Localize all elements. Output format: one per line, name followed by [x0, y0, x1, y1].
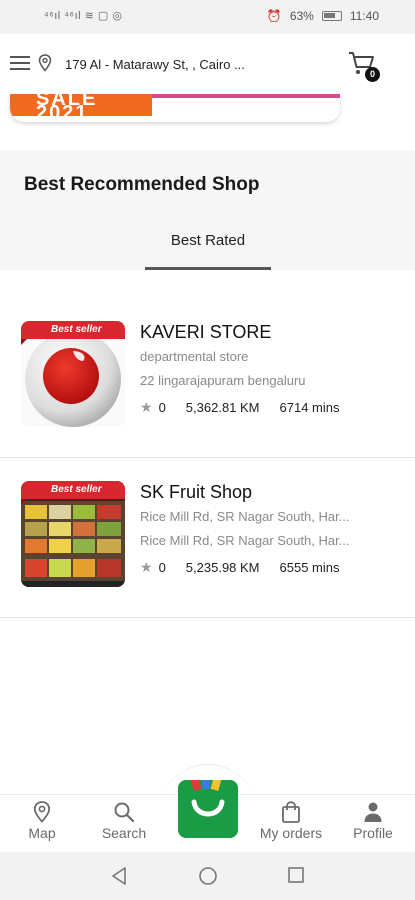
recents-square-icon[interactable] — [287, 866, 305, 884]
tab-best-rated[interactable]: Best Rated — [145, 232, 271, 249]
back-triangle-icon[interactable] — [110, 866, 128, 886]
banner-text: SALE 2021 — [36, 94, 98, 116]
system-nav-bar — [0, 852, 415, 900]
shop-name: KAVERI STORE — [140, 322, 272, 342]
shop-image: Best seller — [21, 321, 125, 427]
basket-logo-icon — [190, 776, 225, 817]
section-title: Best Recommended Shop — [24, 174, 260, 195]
nav-orders-label: My orders — [259, 825, 323, 841]
shop-category: departmental store — [140, 349, 249, 364]
nav-search[interactable]: Search — [96, 801, 152, 841]
clock: 11:40 — [349, 9, 379, 23]
delivery-address[interactable]: 179 Al - Matarawy St, , Cairo ... — [65, 57, 245, 72]
shop-rating: 0 — [158, 400, 166, 415]
home-basket-button[interactable] — [178, 776, 238, 838]
tab-indicator — [145, 267, 271, 270]
promo-banner[interactable]: SALE 2021 — [10, 94, 340, 122]
recommended-section: Best Recommended Shop Best Rated — [0, 150, 415, 270]
star-icon: ★ — [140, 559, 153, 575]
map-pin-icon — [33, 801, 51, 823]
cart-button[interactable]: 0 — [348, 50, 380, 82]
network-status-icons: ⁴⁶ıl ⁴⁶ıl ≋ ▢ ◎ — [44, 10, 123, 22]
nav-map-label: Map — [28, 825, 56, 841]
shop-distance: 5,362.81 KM — [185, 400, 260, 415]
alarm-icon: ⏰ — [266, 9, 282, 23]
status-bar: ⁴⁶ıl ⁴⁶ıl ≋ ▢ ◎ ⏰ 63% 11:40 — [0, 0, 415, 34]
nav-search-label: Search — [101, 825, 147, 841]
hamburger-menu-icon[interactable] — [10, 56, 30, 70]
user-icon — [364, 802, 382, 822]
shop-image: Best seller — [21, 481, 125, 587]
banner-graphic — [152, 94, 340, 116]
shop-name: SK Fruit Shop — [140, 482, 253, 502]
status-right: ⏰ 63% 11:40 — [267, 9, 379, 23]
shop-distance: 5,235.98 KM — [185, 560, 260, 575]
battery-icon — [321, 11, 342, 21]
star-icon: ★ — [140, 399, 153, 415]
shop-card-sk-fruit[interactable]: Best seller SK Fruit Shop Rice Mill Rd, … — [0, 460, 415, 618]
nav-profile[interactable]: Profile — [348, 801, 398, 841]
shop-address-line2: Rice Mill Rd, SR Nagar South, Har... — [140, 533, 350, 548]
best-seller-ribbon: Best seller — [21, 481, 125, 505]
shop-eta: 6555 mins — [279, 560, 340, 575]
shopping-bag-icon — [282, 801, 300, 823]
home-circle-icon[interactable] — [198, 866, 218, 886]
location-pin-icon — [38, 54, 52, 72]
shop-meta: ★ 0 5,362.81 KM 6714 mins — [140, 399, 340, 416]
nav-my-orders[interactable]: My orders — [254, 801, 328, 841]
shop-rating: 0 — [158, 560, 166, 575]
shop-eta: 6714 mins — [279, 400, 340, 415]
banner-sale-text: SALE 2021 — [10, 94, 152, 116]
nav-map[interactable]: Map — [22, 801, 62, 841]
best-seller-ribbon: Best seller — [21, 321, 125, 345]
nav-profile-label: Profile — [353, 825, 393, 841]
shop-address: 22 lingarajapuram bengaluru — [140, 373, 306, 388]
app-header: 179 Al - Matarawy St, , Cairo ... 0 — [0, 34, 415, 94]
shop-card-kaveri[interactable]: Best seller KAVERI STORE departmental st… — [0, 300, 415, 458]
shop-meta: ★ 0 5,235.98 KM 6555 mins — [140, 559, 340, 576]
signal-icons: ⁴⁶ıl ⁴⁶ıl ≋ ▢ ◎ — [44, 9, 122, 22]
search-icon — [114, 802, 135, 823]
cart-count-badge: 0 — [365, 67, 380, 82]
battery-percent: 63% — [289, 9, 314, 23]
shop-address-line1: Rice Mill Rd, SR Nagar South, Har... — [140, 509, 350, 524]
